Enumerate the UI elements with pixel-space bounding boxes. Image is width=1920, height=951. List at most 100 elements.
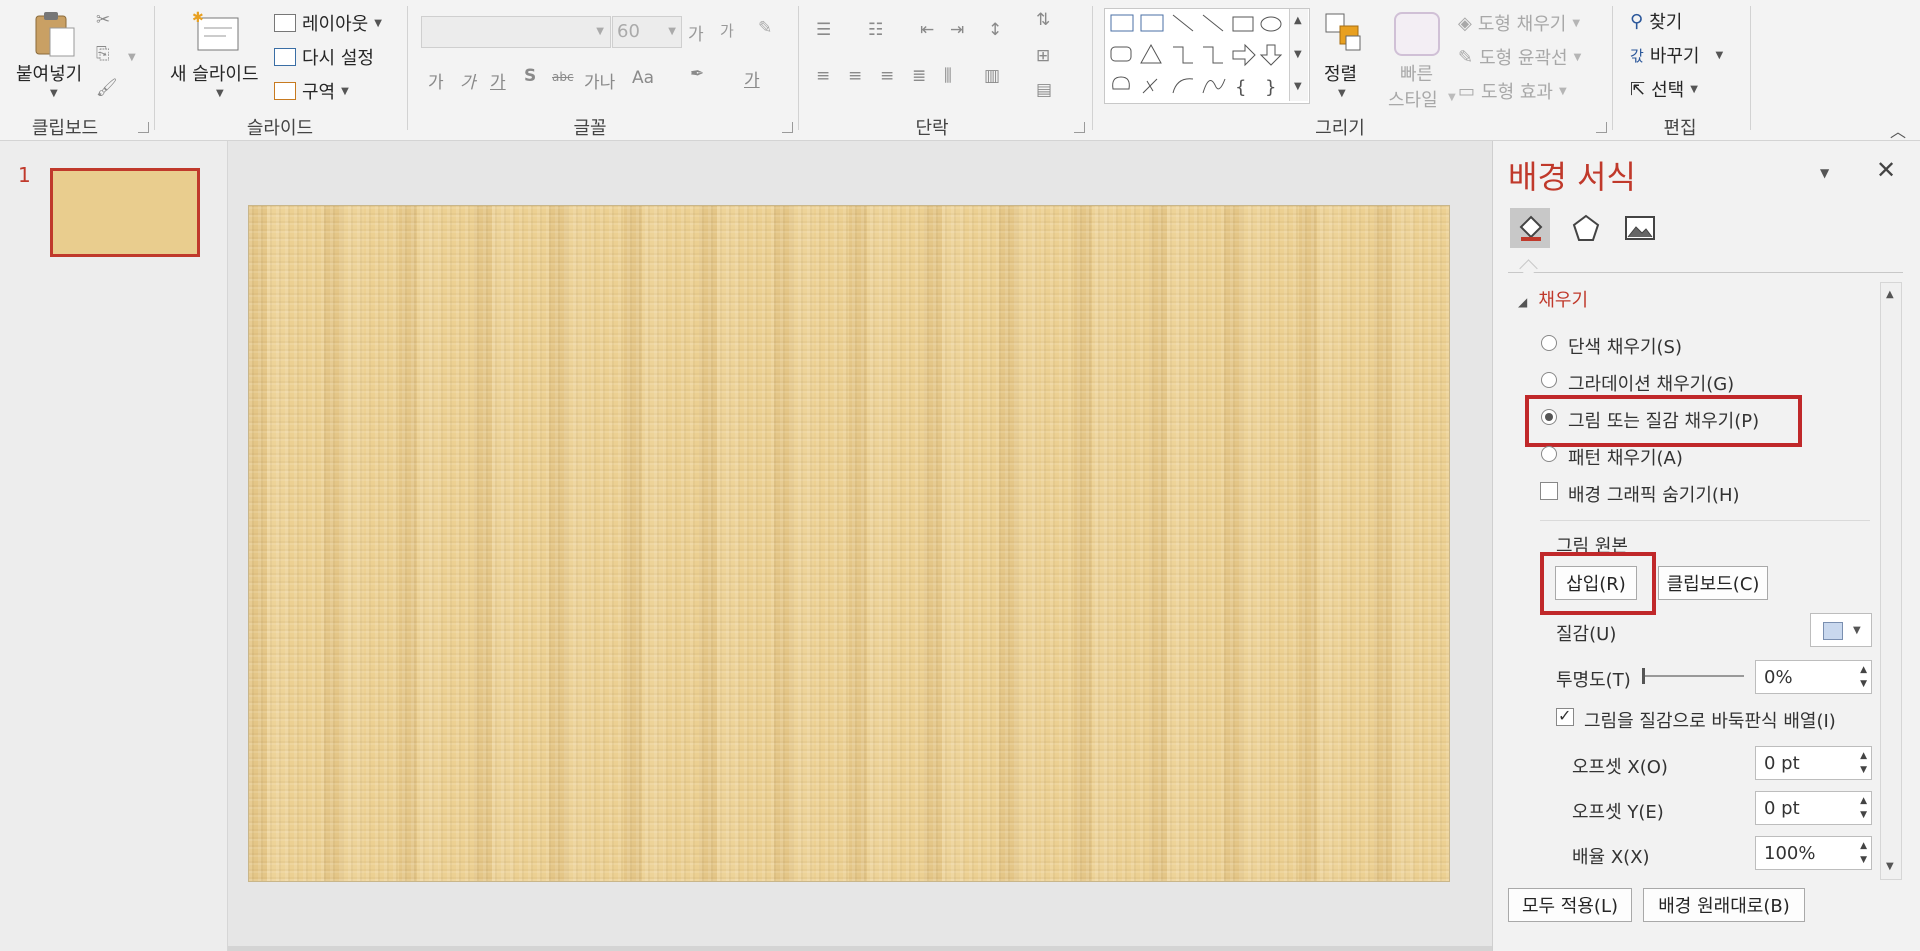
transparency-slider-thumb[interactable]: [1642, 668, 1645, 684]
texture-picker[interactable]: ▼: [1810, 613, 1872, 647]
spin-down-icon[interactable]: ▼: [1860, 810, 1867, 820]
paste-dropdown-icon[interactable]: ▼: [50, 88, 58, 99]
spin-up-icon[interactable]: ▲: [1860, 796, 1867, 806]
format-painter-icon[interactable]: 🖌: [96, 78, 118, 98]
bold-icon[interactable]: 가: [428, 68, 444, 93]
section-button[interactable]: 구역 ▼: [274, 78, 349, 104]
columns-icon[interactable]: ▥: [984, 66, 1000, 86]
shape-fill-button[interactable]: ◈ 도형 채우기 ▼: [1458, 10, 1580, 36]
scroll-down-icon[interactable]: ▼: [1886, 861, 1894, 872]
spin-up-icon[interactable]: ▲: [1860, 751, 1867, 761]
increase-indent-icon[interactable]: ⇥: [950, 20, 964, 40]
hide-background-graphics-checkbox[interactable]: [1540, 482, 1558, 500]
grow-font-icon[interactable]: 가: [688, 20, 704, 45]
font-name-combo[interactable]: ▼: [421, 16, 611, 48]
fill-section-header[interactable]: ◢ 채우기: [1518, 286, 1588, 312]
collapse-ribbon-icon[interactable]: ︿: [1890, 118, 1906, 142]
spin-up-icon[interactable]: ▲: [1860, 665, 1867, 675]
solid-fill-label: 단색 채우기(S): [1568, 337, 1682, 358]
reset-background-button[interactable]: 배경 원래대로(B): [1643, 888, 1805, 922]
picture-tab[interactable]: [1620, 208, 1660, 248]
paste-button[interactable]: 붙여넣기 ▼: [14, 8, 94, 104]
transparency-input[interactable]: 0% ▲ ▼: [1755, 660, 1872, 694]
gallery-scrollbar[interactable]: ▲ ▼ ▼: [1289, 9, 1308, 101]
group-divider: [407, 6, 408, 130]
shrink-font-icon[interactable]: 가: [720, 20, 734, 41]
checkmark-icon: ✓: [1558, 706, 1572, 725]
font-size-combo[interactable]: 60 ▼: [612, 16, 682, 48]
scroll-up-icon[interactable]: ▲: [1886, 289, 1894, 300]
quick-styles-label-line1: 빠른: [1400, 64, 1434, 85]
pattern-fill-radio[interactable]: [1541, 446, 1557, 462]
gallery-down-icon[interactable]: ▼: [1294, 49, 1302, 60]
align-left-icon[interactable]: ≡: [816, 66, 830, 86]
clipboard-dialog-launcher-icon[interactable]: [138, 122, 149, 133]
slide-canvas-papyrus-texture[interactable]: [248, 205, 1450, 882]
underline-icon[interactable]: 가: [490, 68, 506, 93]
smartart-icon[interactable]: ▤: [1036, 80, 1052, 100]
panel-options-dropdown-icon[interactable]: ▼: [1820, 166, 1829, 180]
strikethrough-icon[interactable]: abc: [552, 70, 574, 84]
replace-button[interactable]: 갃 바꾸기 ▼: [1630, 42, 1723, 68]
slide-thumbnail[interactable]: [50, 168, 200, 257]
shape-effects-button[interactable]: ▭ 도형 효과 ▼: [1458, 78, 1567, 104]
font-color-icon[interactable]: 가: [744, 66, 760, 91]
spin-up-icon[interactable]: ▲: [1860, 841, 1867, 851]
apply-to-all-button[interactable]: 모두 적용(L): [1508, 888, 1632, 922]
solid-fill-radio[interactable]: [1541, 335, 1557, 351]
spin-down-icon[interactable]: ▼: [1860, 679, 1867, 689]
hide-background-graphics-label: 배경 그래픽 숨기기(H): [1568, 485, 1740, 506]
distributed-icon[interactable]: ⫼: [944, 66, 952, 86]
font-dialog-launcher-icon[interactable]: [782, 122, 793, 133]
gallery-up-icon[interactable]: ▲: [1294, 15, 1302, 26]
scale-x-input[interactable]: 100% ▲ ▼: [1755, 836, 1872, 870]
editing-group-label: 편집: [1663, 118, 1697, 139]
change-case-icon[interactable]: Aa: [632, 68, 654, 88]
italic-icon[interactable]: 가: [460, 68, 476, 93]
cut-icon[interactable]: ✂: [96, 10, 110, 30]
character-spacing-icon[interactable]: 가나: [584, 68, 615, 93]
slide-number: 1: [18, 163, 31, 187]
quick-styles-button[interactable]: 빠른 스타일 ▼: [1388, 8, 1456, 111]
shapes-gallery[interactable]: { } ▲ ▼ ▼: [1104, 8, 1310, 104]
new-slide-dropdown-icon[interactable]: ▼: [216, 88, 224, 99]
clear-formatting-icon[interactable]: ✎: [758, 18, 772, 38]
line-spacing-icon[interactable]: ↕: [988, 20, 1002, 40]
copy-icon[interactable]: ⎘: [96, 44, 110, 64]
tile-texture-checkbox[interactable]: ✓: [1556, 706, 1574, 726]
panel-scrollbar[interactable]: ▲ ▼: [1880, 282, 1902, 880]
fill-tab[interactable]: [1510, 208, 1550, 248]
align-center-icon[interactable]: ≡: [848, 66, 862, 86]
reset-button[interactable]: 다시 설정: [274, 44, 374, 70]
drawing-dialog-launcher-icon[interactable]: [1596, 122, 1607, 133]
slide-thumbnail-pane: [0, 141, 228, 951]
effects-tab[interactable]: [1566, 208, 1606, 248]
offset-y-input[interactable]: 0 pt ▲ ▼: [1755, 791, 1872, 825]
align-right-icon[interactable]: ≡: [880, 66, 894, 86]
layout-button[interactable]: 레이아웃 ▼: [274, 10, 382, 36]
justify-icon[interactable]: ≣: [912, 66, 926, 86]
spin-down-icon[interactable]: ▼: [1860, 855, 1867, 865]
select-button[interactable]: ⇱ 선택 ▼: [1630, 76, 1698, 102]
shadow-icon[interactable]: S: [524, 66, 536, 86]
spin-down-icon[interactable]: ▼: [1860, 765, 1867, 775]
highlight-color-icon[interactable]: ✒: [690, 64, 704, 84]
bullets-icon[interactable]: ☰: [816, 20, 831, 40]
offset-x-input[interactable]: 0 pt ▲ ▼: [1755, 746, 1872, 780]
gallery-more-icon[interactable]: ▼: [1294, 81, 1302, 92]
transparency-slider[interactable]: [1642, 668, 1744, 684]
arrange-button[interactable]: 정렬 ▼: [1322, 8, 1368, 104]
highlight-box-picture-fill: [1525, 395, 1802, 447]
panel-close-icon[interactable]: ✕: [1876, 156, 1896, 184]
clipboard-button[interactable]: 클립보드(C): [1658, 566, 1768, 600]
numbering-icon[interactable]: ☷: [868, 20, 883, 40]
decrease-indent-icon[interactable]: ⇤: [920, 20, 934, 40]
new-slide-button[interactable]: ✱ 새 슬라이드 ▼: [168, 8, 272, 104]
paragraph-dialog-launcher-icon[interactable]: [1074, 122, 1085, 133]
shape-outline-button[interactable]: ✎ 도형 윤곽선 ▼: [1458, 44, 1581, 70]
align-text-icon[interactable]: ⊞: [1036, 46, 1050, 66]
gradient-fill-radio[interactable]: [1541, 372, 1557, 388]
copy-dropdown-icon[interactable]: ▼: [128, 52, 136, 63]
text-direction-icon[interactable]: ⇅: [1036, 10, 1050, 30]
find-button[interactable]: ⚲ 찾기: [1630, 8, 1682, 34]
